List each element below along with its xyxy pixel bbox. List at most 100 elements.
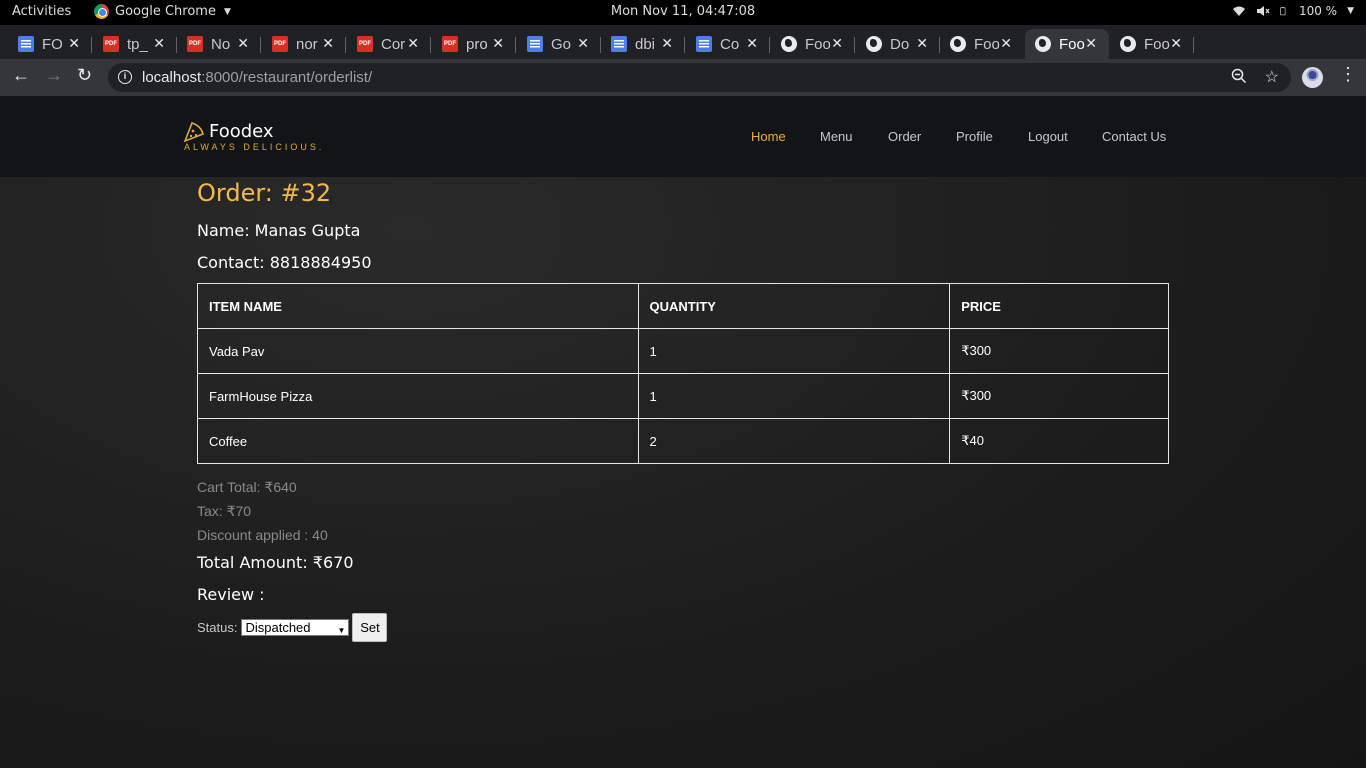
item-name-cell: Vada Pav [197,328,639,374]
pizza-slice-icon [183,121,204,143]
globe-icon [866,36,882,52]
browser-tab[interactable]: dbi ✕ [601,29,685,59]
tab-title: nor [296,35,318,53]
status-select[interactable]: Dispatched ▼ [241,619,350,636]
discount-applied: Discount applied : 40 [197,527,328,543]
nav-contact-us[interactable]: Contact Us [1102,129,1166,144]
total-amount: Total Amount: ₹670 [197,553,354,572]
clock[interactable]: Mon Nov 11, 04:47:08 [0,4,1366,19]
nav-order[interactable]: Order [888,129,921,144]
tab-separator [515,37,516,53]
browser-tab[interactable]: Foo ✕ [1110,29,1194,59]
browser-tab[interactable]: Go ✕ [517,29,601,59]
close-tab-icon[interactable]: ✕ [407,35,419,52]
more-menu-icon[interactable]: ⋮ [1339,64,1357,85]
close-tab-icon[interactable]: ✕ [831,35,843,52]
status-label: Status: [197,620,238,635]
browser-tab[interactable]: Do ✕ [856,29,940,59]
set-status-button[interactable]: Set [352,613,388,642]
status-form: Status: Dispatched ▼ Set [197,613,388,642]
globe-icon [1035,36,1051,52]
tax-amount: Tax: ₹70 [197,503,252,519]
close-tab-icon[interactable]: ✕ [237,35,249,52]
customer-contact: Contact: 8818884950 [197,253,372,272]
tab-title: Foo [1144,35,1170,53]
table-header-row: ITEM NAME QUANTITY PRICE [197,283,1169,329]
close-tab-icon[interactable]: ✕ [322,35,334,52]
browser-toolbar: ← → ↻ i localhost:8000/restaurant/orderl… [0,59,1366,96]
close-tab-icon[interactable]: ✕ [577,35,589,52]
tab-title: No [211,35,231,53]
pdf-icon: PDF [357,36,373,52]
battery-icon [1280,7,1286,16]
system-tray[interactable]: 100 % ▼ [1232,4,1354,18]
nav-menu[interactable]: Menu [820,129,853,144]
close-tab-icon[interactable]: ✕ [68,35,80,52]
close-tab-icon[interactable]: ✕ [1170,35,1182,52]
pdf-icon: PDF [272,36,288,52]
customer-name: Name: Manas Gupta [197,221,361,240]
close-tab-icon[interactable]: ✕ [1085,35,1097,52]
tab-separator [430,37,431,53]
doc-icon [527,36,543,52]
url-text: localhost:8000/restaurant/orderlist/ [142,69,373,86]
quantity-cell: 1 [637,373,951,419]
table-row: Coffee 2 ₹40 [197,418,1169,464]
bookmark-star-icon[interactable]: ☆ [1265,67,1279,87]
doc-icon [696,36,712,52]
tab-separator [684,37,685,53]
wifi-icon [1232,6,1245,16]
pdf-icon: PDF [187,36,203,52]
quantity-cell: 1 [637,328,951,374]
tab-separator [1193,37,1194,53]
item-name-cell: FarmHouse Pizza [197,373,639,419]
browser-tab[interactable]: PDF nor ✕ [262,29,346,59]
tab-separator [769,37,770,53]
site-info-icon[interactable]: i [118,70,132,84]
tab-title: FO [42,35,63,53]
zoom-icon[interactable] [1231,68,1247,84]
brand-name: Foodex [209,121,274,142]
tab-separator [260,37,261,53]
browser-tab[interactable]: Foo ✕ [1025,29,1109,59]
close-tab-icon[interactable]: ✕ [492,35,504,52]
browser-tab[interactable]: PDF Cor ✕ [347,29,431,59]
browser-tab[interactable]: FO ✕ [8,29,92,59]
forward-arrow-icon[interactable]: → [45,65,63,86]
profile-avatar[interactable] [1302,67,1323,88]
browser-tab[interactable]: PDF tp_ ✕ [93,29,177,59]
pdf-icon: PDF [103,36,119,52]
nav-logout[interactable]: Logout [1028,129,1068,144]
doc-icon [611,36,627,52]
browser-tab[interactable]: Co ✕ [686,29,770,59]
close-tab-icon[interactable]: ✕ [1000,35,1012,52]
tab-strip: FO ✕ PDF tp_ ✕ PDF No ✕ PDF nor ✕ PDF Cor ✕ PDF pro ✕ Go ✕… [0,25,1366,77]
address-bar[interactable]: i localhost:8000/restaurant/orderlist/ ☆ [108,63,1291,92]
close-tab-icon[interactable]: ✕ [153,35,165,52]
close-tab-icon[interactable]: ✕ [916,35,928,52]
globe-icon [781,36,797,52]
browser-tab[interactable]: Foo ✕ [940,29,1024,59]
status-selected-value: Dispatched [245,620,311,635]
site-header: Foodex ALWAYS DELICIOUS. Home Menu Order… [0,96,1366,177]
price-cell: ₹40 [949,418,1169,464]
tab-title: tp_ [127,35,148,53]
tab-title: Do [890,35,910,53]
close-tab-icon[interactable]: ✕ [661,35,673,52]
order-title: Order: #32 [197,179,332,207]
system-top-bar: Activities Google Chrome ▼ Mon Nov 11, 0… [0,0,1366,25]
dropdown-arrow-icon: ▼ [337,626,346,635]
browser-tab[interactable]: PDF pro ✕ [432,29,516,59]
browser-tab[interactable]: PDF No ✕ [177,29,261,59]
table-row: FarmHouse Pizza 1 ₹300 [197,373,1169,419]
page-viewport: Foodex ALWAYS DELICIOUS. Home Menu Order… [0,96,1366,768]
close-tab-icon[interactable]: ✕ [746,35,758,52]
reload-icon[interactable]: ↻ [77,65,92,86]
globe-icon [950,36,966,52]
tab-title: Foo [1059,35,1085,53]
nav-profile[interactable]: Profile [956,129,993,144]
column-header: ITEM NAME [197,283,639,329]
nav-home[interactable]: Home [751,129,786,144]
browser-tab[interactable]: Foo ✕ [771,29,855,59]
back-arrow-icon[interactable]: ← [12,65,30,86]
